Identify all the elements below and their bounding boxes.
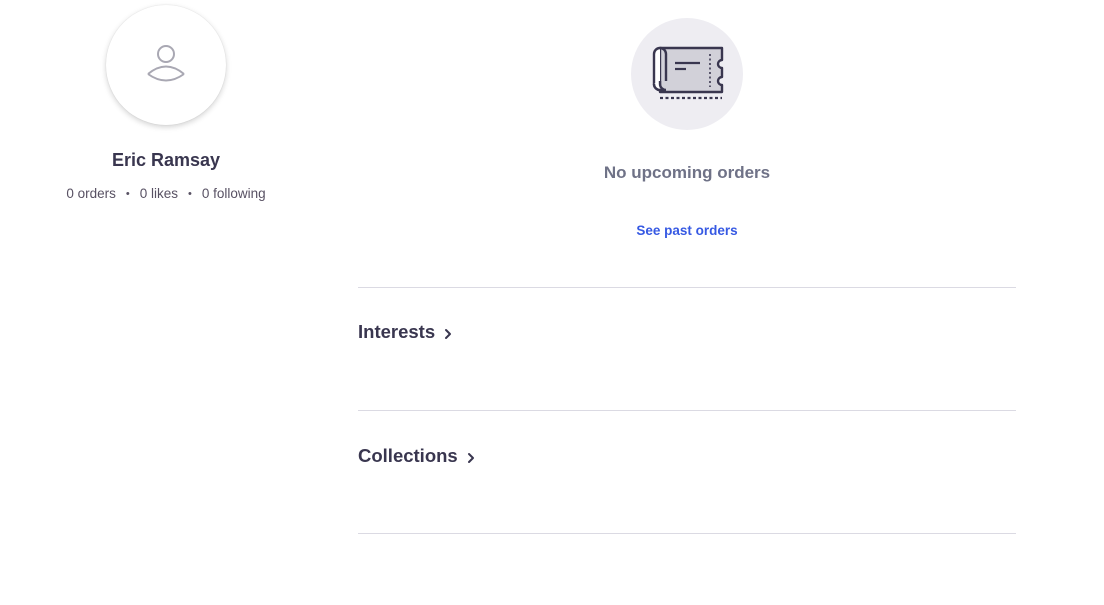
- collections-heading-link[interactable]: Collections: [358, 445, 476, 467]
- ticket-icon-container: [631, 18, 743, 130]
- chevron-right-icon: [443, 328, 453, 340]
- interests-heading-link[interactable]: Interests: [358, 321, 453, 343]
- collections-title: Collections: [358, 445, 458, 466]
- chevron-right-icon: [466, 452, 476, 464]
- ticket-icon: [648, 41, 726, 108]
- interests-title: Interests: [358, 321, 436, 342]
- avatar[interactable]: [106, 5, 226, 125]
- orders-count[interactable]: 0 orders: [66, 186, 116, 201]
- interests-section: Interests: [358, 288, 1016, 411]
- orders-empty-state: No upcoming orders See past orders: [358, 0, 1016, 288]
- following-count[interactable]: 0 following: [202, 186, 266, 201]
- profile-page: Eric Ramsay 0 orders • 0 likes • 0 follo…: [0, 0, 1104, 605]
- likes-count[interactable]: 0 likes: [140, 186, 178, 201]
- empty-orders-title: No upcoming orders: [603, 163, 771, 182]
- profile-stats: 0 orders • 0 likes • 0 following: [40, 186, 292, 201]
- stats-separator: •: [188, 187, 192, 200]
- user-placeholder-icon: [144, 41, 188, 90]
- collections-section: Collections: [358, 411, 1016, 534]
- stats-separator: •: [125, 187, 130, 200]
- see-past-orders-link[interactable]: See past orders: [358, 223, 1016, 238]
- profile-name: Eric Ramsay: [111, 150, 221, 170]
